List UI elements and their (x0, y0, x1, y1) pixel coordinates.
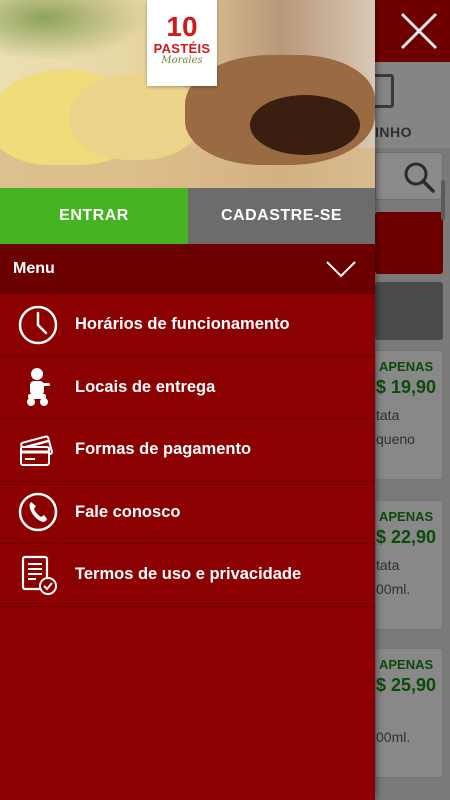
card-price: $ 25,90 (376, 675, 437, 695)
background-tab-icon (372, 74, 394, 108)
menu-item-label: Formas de pagamento (75, 440, 252, 459)
menu-item-payment[interactable]: Formas de pagamento (0, 419, 375, 482)
card-apenas: APENAS (379, 657, 434, 672)
brand-logo: 10 PASTÉIS Morales (147, 0, 217, 86)
logo-script: Morales (161, 55, 203, 66)
credit-card-icon (19, 435, 53, 466)
background-search-box (375, 152, 443, 200)
card-desc: 00ml. (376, 581, 411, 597)
auth-buttons: ENTRAR CADASTRE-SE (0, 188, 375, 244)
search-icon (404, 162, 435, 193)
menu-item-label: Locais de entrega (75, 377, 216, 396)
background-red-banner (375, 212, 443, 274)
background-product-card: APENAS $ 19,90 tata queno (375, 350, 443, 480)
card-apenas: APENAS (379, 509, 434, 524)
logo-number: 10 (166, 11, 198, 42)
signup-button[interactable]: CADASTRE-SE (188, 188, 375, 244)
clock-icon (18, 305, 57, 344)
card-desc: 00ml. (376, 729, 411, 745)
menu-header[interactable]: Menu (0, 244, 375, 294)
card-desc: tata (376, 557, 400, 573)
menu-title: Menu (13, 260, 55, 277)
close-icon (400, 12, 438, 50)
background-tab-label: INHO (375, 124, 412, 140)
menu-item-contact[interactable]: Fale conosco (0, 482, 375, 544)
menu-item-label: Horários de funcionamento (75, 315, 290, 334)
menu-item-terms[interactable]: Termos de uso e privacidade (0, 544, 375, 607)
chevron-down-icon (326, 261, 356, 278)
background-scrollbar (441, 180, 445, 220)
menu-list: Horários de funcionamento Locais de entr… (0, 294, 375, 607)
document-check-icon (21, 555, 57, 595)
card-apenas: APENAS (379, 359, 434, 374)
menu-item-label: Termos de uso e privacidade (75, 565, 302, 584)
logo-word: PASTÉIS (153, 41, 211, 56)
menu-item-label: Fale conosco (75, 502, 181, 521)
background-grey-banner (375, 282, 443, 340)
login-button[interactable]: ENTRAR (0, 188, 188, 244)
card-desc: queno (376, 431, 415, 447)
background-product-card: APENAS $ 22,90 tata 00ml. (375, 500, 443, 630)
card-price: $ 22,90 (376, 527, 437, 547)
navigation-drawer: 10 PASTÉIS Morales ENTRAR CADASTRE-SE Me… (0, 0, 375, 800)
background-product-card: APENAS $ 25,90 00ml. (375, 648, 443, 778)
card-desc: tata (376, 407, 400, 423)
close-drawer-button[interactable] (396, 8, 442, 54)
card-price: $ 19,90 (376, 377, 437, 397)
menu-item-delivery[interactable]: Locais de entrega (0, 357, 375, 419)
hero-food-image: 10 PASTÉIS Morales (0, 0, 375, 188)
phone-icon (18, 493, 57, 532)
menu-item-hours[interactable]: Horários de funcionamento (0, 294, 375, 357)
delivery-person-icon (26, 368, 50, 407)
